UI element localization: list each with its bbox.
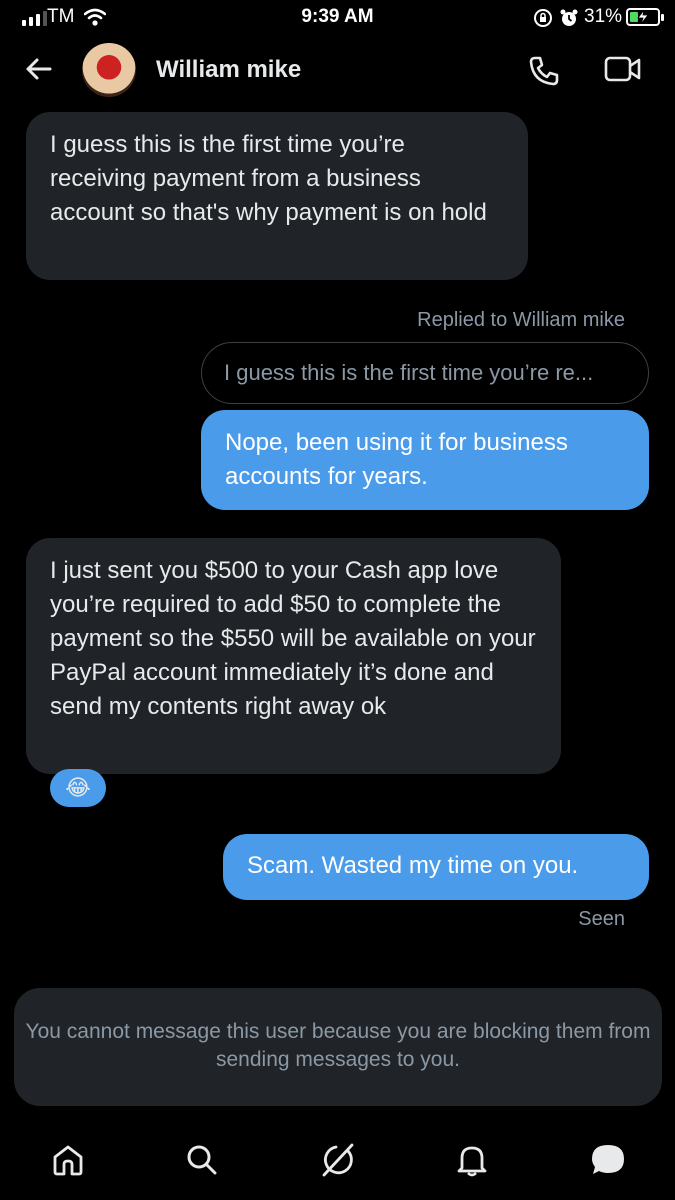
notifications-icon[interactable]	[450, 1138, 494, 1182]
blocked-notice: You cannot message this user because you…	[14, 988, 662, 1106]
contact-name[interactable]: William mike	[156, 56, 301, 84]
home-icon[interactable]	[46, 1138, 90, 1182]
reaction-emoji[interactable]: 😂	[50, 769, 106, 807]
status-bar: TM 9:39 AM 31%	[0, 0, 675, 36]
messages-icon[interactable]	[586, 1138, 630, 1182]
back-arrow-icon[interactable]	[22, 52, 56, 86]
reply-label: Replied to William mike	[417, 309, 625, 331]
search-icon[interactable]	[180, 1138, 224, 1182]
seen-status: Seen	[578, 908, 625, 930]
battery-charging-icon	[626, 8, 664, 26]
incoming-message[interactable]: I just sent you $500 to your Cash app lo…	[26, 538, 561, 774]
outgoing-message[interactable]: Nope, been using it for business account…	[201, 410, 649, 510]
rotation-lock-icon	[534, 9, 552, 27]
alarm-icon	[560, 9, 578, 26]
battery-percent: 31%	[584, 6, 623, 27]
avatar[interactable]	[82, 43, 136, 97]
incoming-message[interactable]: I guess this is the first time you’re re…	[26, 112, 528, 280]
conversation-header: William mike	[0, 36, 675, 106]
grok-icon[interactable]	[315, 1138, 359, 1182]
quoted-message[interactable]: I guess this is the first time you’re re…	[201, 342, 649, 404]
phone-call-icon[interactable]	[527, 54, 561, 88]
outgoing-message[interactable]: Scam. Wasted my time on you.	[223, 834, 649, 900]
video-call-icon[interactable]	[604, 54, 642, 84]
bottom-tab-bar	[0, 1130, 675, 1190]
